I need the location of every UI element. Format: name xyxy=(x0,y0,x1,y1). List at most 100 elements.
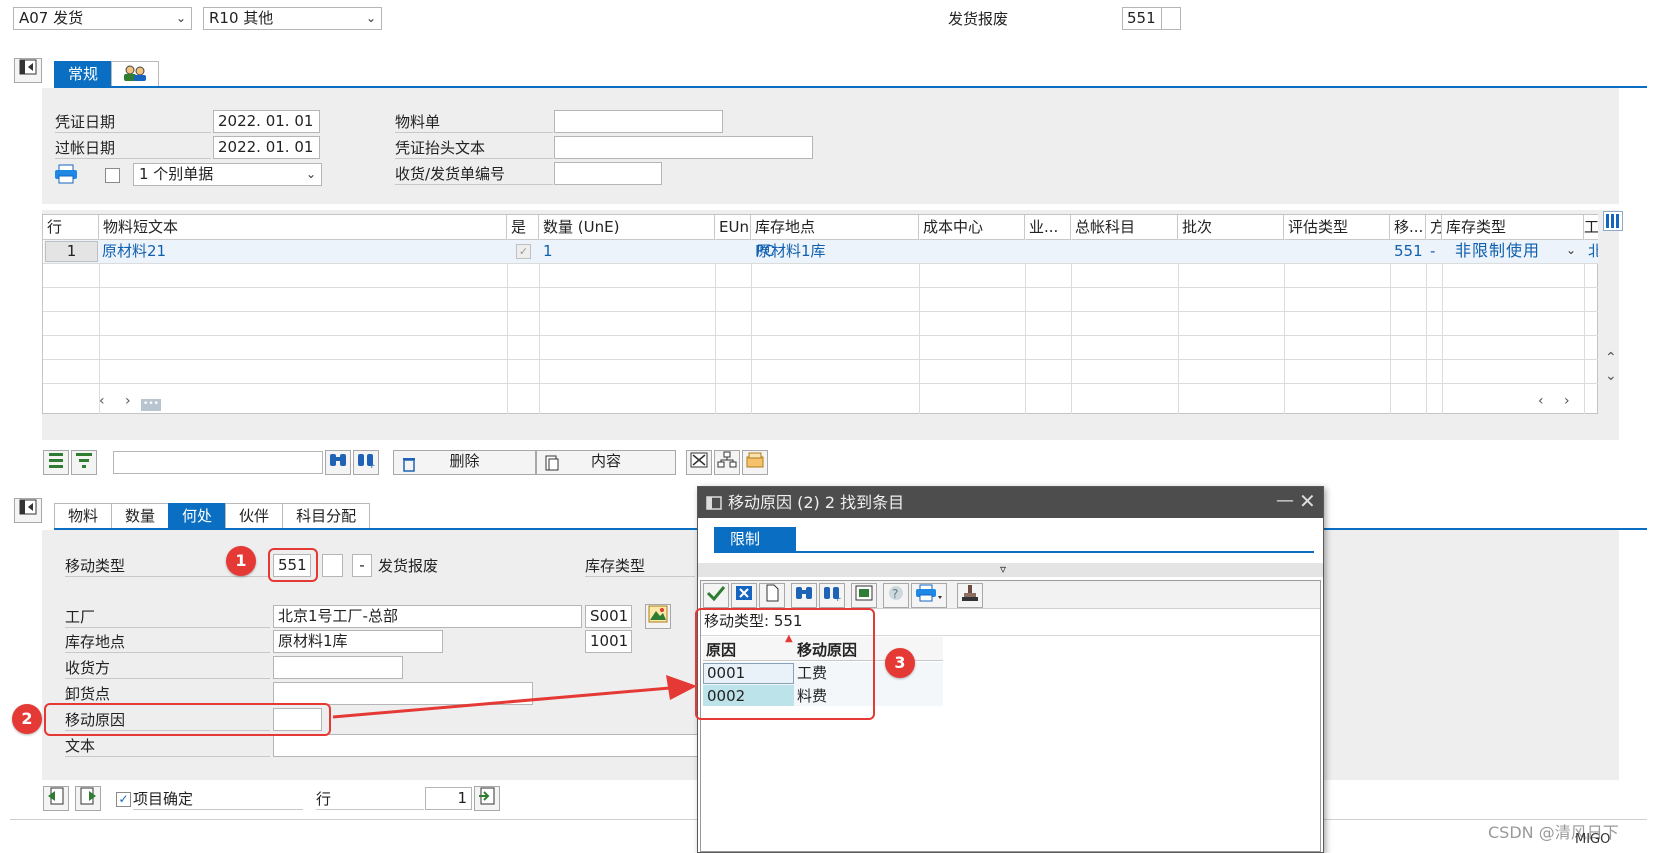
col-header[interactable]: 行 xyxy=(43,215,99,239)
cell-mvt-type[interactable]: 551 xyxy=(1392,239,1426,263)
sloc-name-field[interactable]: 原材料1库 xyxy=(273,630,443,653)
mvt-sign-field[interactable]: - xyxy=(352,554,372,577)
step-badge: 2 xyxy=(12,704,42,734)
printer-icon[interactable] xyxy=(911,583,947,608)
scroll-left-right-icon[interactable]: ‹ › xyxy=(99,393,139,409)
chevron-down-icon: ⌄ xyxy=(365,11,376,25)
header-text-field[interactable] xyxy=(554,136,813,159)
confirm-icon[interactable] xyxy=(703,583,729,608)
col-header[interactable]: 总帐科目 xyxy=(1071,215,1178,239)
chevron-down-icon: ⌄ xyxy=(175,11,186,25)
export-icon[interactable] xyxy=(851,583,877,608)
plant-code-field[interactable]: S001 xyxy=(585,605,632,628)
col-header[interactable]: 是 xyxy=(507,215,539,239)
next-item-icon[interactable] xyxy=(75,786,101,811)
tab-material[interactable]: 物料 xyxy=(54,503,113,528)
binoculars-icon[interactable] xyxy=(791,583,817,608)
cell-plant[interactable]: 北 xyxy=(1586,239,1598,263)
go-to-line-icon[interactable] xyxy=(474,786,500,811)
scroll-right-icon[interactable]: ‹ › xyxy=(1538,393,1578,409)
tab-general[interactable]: 常规 xyxy=(54,61,113,86)
cell-material[interactable]: 原材料21 xyxy=(100,239,505,263)
new-document-icon[interactable] xyxy=(759,583,785,608)
chevron-down-icon[interactable]: ⌄ xyxy=(1566,243,1576,257)
line-number-field[interactable]: 1 xyxy=(425,787,472,810)
col-header[interactable]: 批次 xyxy=(1178,215,1284,239)
column-layout-icon[interactable] xyxy=(1603,211,1623,231)
minimize-icon[interactable]: — xyxy=(1276,490,1294,511)
select-all-icon[interactable] xyxy=(686,450,712,475)
gr-gi-slip-field[interactable] xyxy=(554,162,662,185)
col-header[interactable]: 移... xyxy=(1390,215,1426,239)
item-text-field[interactable] xyxy=(273,734,698,757)
doc-date-field[interactable]: 2022. 01. 01 xyxy=(213,110,320,133)
doc-date-label: 凭证日期 xyxy=(55,112,211,133)
col-header[interactable]: 数量 (UnE) xyxy=(539,215,715,239)
find-next-icon[interactable]: + xyxy=(819,583,845,608)
insert-row-icon[interactable] xyxy=(43,450,69,475)
print-version-select[interactable]: 1 个别单据 ⌄ xyxy=(133,163,322,186)
material-slip-field[interactable] xyxy=(554,110,723,133)
stamp-icon[interactable] xyxy=(957,583,983,608)
tab-quantity[interactable]: 数量 xyxy=(111,503,170,528)
col-header[interactable]: EUn xyxy=(715,215,751,239)
col-header[interactable]: 方 xyxy=(1426,215,1442,239)
find-next-icon[interactable]: + xyxy=(353,450,379,475)
tab-where[interactable]: 何处 xyxy=(168,503,227,528)
cell-stock-type[interactable]: 非限制使用 xyxy=(1453,239,1563,263)
chevron-down-icon: ⌄ xyxy=(305,167,316,181)
collapse-header-icon[interactable] xyxy=(14,58,42,83)
print-checkbox[interactable] xyxy=(105,168,120,183)
items-table: 行 物料短文本 是 数量 (UnE) EUn 库存地点 成本中心 业... 总帐… xyxy=(42,211,1623,414)
scroll-up-down-icon[interactable]: ⌃ ⌄ xyxy=(1605,349,1617,385)
movement-type-header-extra[interactable] xyxy=(1161,7,1181,30)
mvt-desc-text: 发货报废 xyxy=(378,557,439,575)
mvt-type-extra-field[interactable] xyxy=(322,554,343,577)
col-header[interactable]: 业... xyxy=(1025,215,1071,239)
previous-item-icon[interactable] xyxy=(43,786,69,811)
plant-name-field[interactable]: 北京1号工厂-总部 xyxy=(273,605,582,628)
row-selector[interactable]: 1 xyxy=(45,241,98,262)
movement-type-header-field[interactable]: 551 xyxy=(1122,7,1162,30)
col-header[interactable]: 库存地点 xyxy=(751,215,919,239)
tab-partner[interactable] xyxy=(111,61,160,86)
binoculars-icon[interactable] xyxy=(325,450,351,475)
splitter[interactable] xyxy=(698,563,1323,577)
tab-account-assignment[interactable]: 科目分配 xyxy=(282,503,371,528)
cell-quantity[interactable]: 1 xyxy=(541,239,713,263)
splitter-handle-icon[interactable]: ▿ xyxy=(1000,562,1006,576)
col-header[interactable]: 物料短文本 xyxy=(99,215,507,239)
item-ok-checkbox[interactable]: ✓ xyxy=(116,792,131,807)
help-icon[interactable]: ? xyxy=(883,583,909,608)
text-label: 文本 xyxy=(65,736,270,757)
item-ok-checkbox[interactable]: ✓ xyxy=(516,244,531,259)
col-header[interactable]: 成本中心 xyxy=(919,215,1025,239)
hierarchy-icon[interactable] xyxy=(714,450,740,475)
col-header[interactable]: 工 xyxy=(1584,215,1598,239)
col-header[interactable]: 评估类型 xyxy=(1284,215,1390,239)
scroll-thumb[interactable]: ••• xyxy=(141,399,161,411)
post-date-field[interactable]: 2022. 01. 01 xyxy=(213,136,320,159)
item-ok-label: 项目确定 xyxy=(133,789,303,810)
delete-label: 删除 xyxy=(449,452,480,470)
reference-select[interactable]: R10 其他 ⌄ xyxy=(203,7,382,30)
collapse-detail-icon[interactable] xyxy=(14,498,42,523)
plant-address-icon[interactable] xyxy=(645,604,671,629)
cancel-icon[interactable] xyxy=(731,583,757,608)
printer-icon[interactable] xyxy=(54,164,78,188)
tab-partner-detail[interactable]: 伙伴 xyxy=(225,503,284,528)
col-header[interactable]: 库存类型 xyxy=(1442,215,1584,239)
cell-sloc[interactable]: 原材料1库 xyxy=(754,239,917,263)
cell-direction[interactable]: - xyxy=(1428,239,1442,263)
package-icon[interactable] xyxy=(742,450,768,475)
movement-select[interactable]: A07 发货 ⌄ xyxy=(13,7,192,30)
sloc-code-field[interactable]: 1001 xyxy=(585,630,632,653)
tab-restrictions[interactable]: 限制 xyxy=(714,527,796,551)
gr-gi-slip-label: 收货/发货单编号 xyxy=(395,164,553,185)
contents-button[interactable]: 内容 xyxy=(536,450,676,475)
item-search-field[interactable] xyxy=(113,451,323,474)
close-icon[interactable]: ✕ xyxy=(1299,489,1316,513)
delete-button[interactable]: 删除 xyxy=(393,450,536,475)
filter-icon[interactable] xyxy=(71,450,97,475)
reference-select-value: R10 其他 xyxy=(209,9,274,27)
